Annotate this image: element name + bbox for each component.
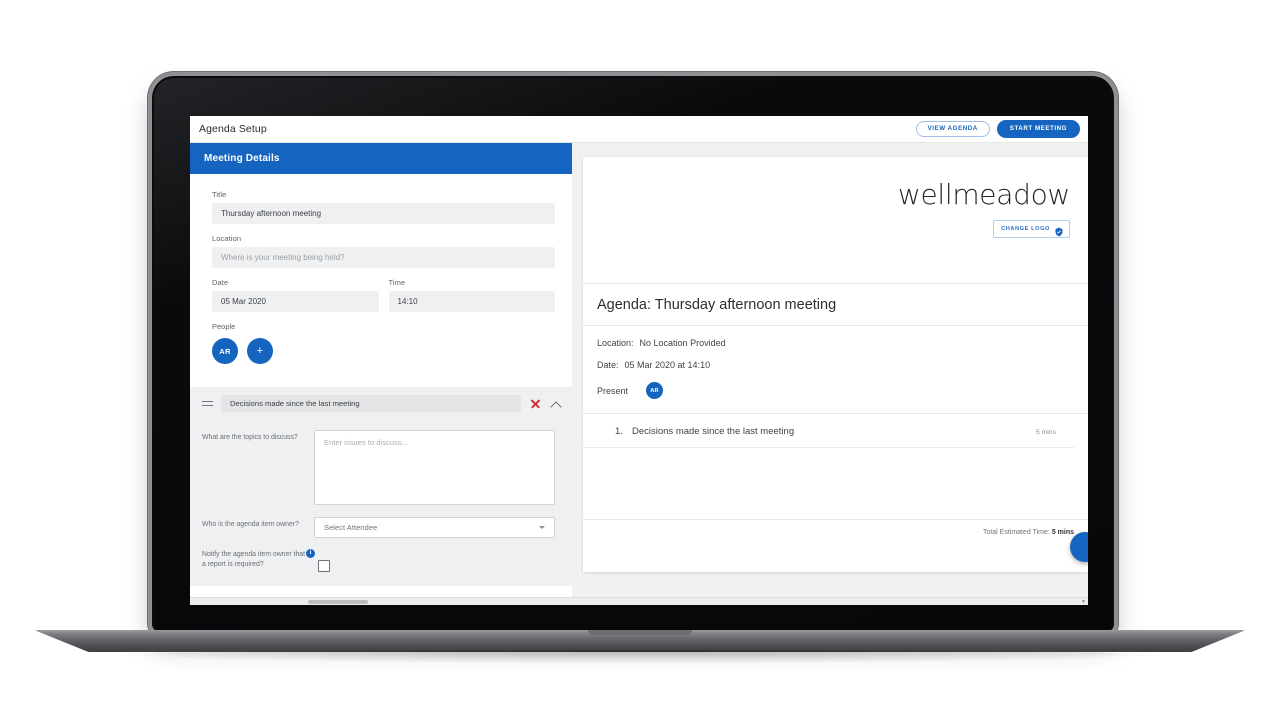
add-person-button[interactable]: + bbox=[247, 338, 273, 364]
notify-checkbox[interactable] bbox=[318, 560, 330, 572]
meeting-details-panel: Meeting Details Title Thursday afternoon… bbox=[190, 143, 572, 605]
horizontal-scrollbar[interactable]: ▼ bbox=[190, 597, 1088, 605]
horizontal-scrollbar-thumb[interactable] bbox=[308, 600, 368, 604]
change-logo-label: CHANGE LOGO bbox=[1001, 226, 1050, 232]
avatar-attendee[interactable]: AR bbox=[212, 338, 238, 364]
page-title: Agenda Setup bbox=[199, 123, 267, 135]
time-label: Time bbox=[388, 278, 406, 287]
brand-zone: wellmeadow CHANGE LOGO bbox=[583, 157, 1088, 284]
app-top-bar: Agenda Setup VIEW AGENDA START MEETING bbox=[190, 116, 1088, 143]
notify-row: Notify the agenda item owner that a repo… bbox=[202, 549, 555, 572]
agenda-item-number: 1. bbox=[615, 426, 623, 437]
topics-label: What are the topics to discuss? bbox=[202, 434, 298, 441]
time-input[interactable]: 14:10 bbox=[388, 291, 555, 312]
delete-icon[interactable] bbox=[529, 397, 542, 410]
topics-row: What are the topics to discuss? Enter is… bbox=[202, 430, 555, 505]
change-logo-button[interactable]: CHANGE LOGO bbox=[993, 220, 1070, 238]
meeting-details-form: Title Thursday afternoon meeting Locatio… bbox=[190, 174, 572, 374]
agenda-item-form: What are the topics to discuss? Enter is… bbox=[190, 420, 572, 580]
drag-handle-icon[interactable] bbox=[202, 400, 213, 408]
owner-select[interactable]: Select Attendee bbox=[314, 517, 555, 538]
owner-label: Who is the agenda item owner? bbox=[202, 521, 299, 528]
location-label: Location bbox=[212, 234, 242, 243]
agenda-meta-block: Location: No Location Provided Date: 05 … bbox=[583, 326, 1088, 413]
chevron-up-icon[interactable] bbox=[550, 398, 562, 410]
agenda-preview-title: Agenda: Thursday afternoon meeting bbox=[583, 284, 1088, 326]
agenda-preview-panel: wellmeadow CHANGE LOGO Agenda: Thursday … bbox=[572, 143, 1088, 605]
owner-select-value: Select Attendee bbox=[324, 523, 378, 532]
agenda-preview-card: wellmeadow CHANGE LOGO Agenda: Thursday … bbox=[583, 157, 1088, 572]
start-meeting-button[interactable]: START MEETING bbox=[996, 119, 1080, 139]
date-time-row: Date 05 Mar 2020 Time 14:10 bbox=[212, 278, 555, 322]
laptop-shadow bbox=[78, 650, 1202, 664]
laptop-base-notch bbox=[588, 630, 692, 635]
agenda-item-text: Decisions made since the last meeting bbox=[632, 426, 795, 437]
preview-present-key: Present bbox=[597, 385, 629, 396]
scroll-right-arrow-icon[interactable]: ▼ bbox=[1081, 599, 1086, 605]
total-estimated-time-label: Total Estimated Time: bbox=[982, 529, 1050, 536]
date-group: Date 05 Mar 2020 bbox=[212, 278, 379, 322]
notify-label-line1: Notify the agenda item owner that bbox=[202, 551, 306, 558]
add-agenda-item-fab[interactable] bbox=[1070, 532, 1088, 562]
shield-check-icon bbox=[1054, 224, 1064, 237]
time-group: Time 14:10 bbox=[388, 278, 555, 322]
people-label: People bbox=[212, 322, 236, 331]
info-icon[interactable]: i bbox=[306, 549, 315, 558]
agenda-item-title-input[interactable]: Decisions made since the last meeting bbox=[221, 395, 521, 412]
preview-present-line: Present AR bbox=[597, 382, 1088, 399]
preview-date-key: Date: bbox=[597, 360, 619, 370]
brand-logo: wellmeadow bbox=[897, 178, 1070, 211]
agenda-item-header: Decisions made since the last meeting bbox=[190, 387, 572, 420]
agenda-items-list: 1. Decisions made since the last meeting… bbox=[583, 413, 1088, 448]
screenshot-stage: Agenda Setup VIEW AGENDA START MEETING M… bbox=[0, 0, 1280, 720]
workspace: Meeting Details Title Thursday afternoon… bbox=[190, 143, 1088, 605]
preview-avatar[interactable]: AR bbox=[646, 382, 664, 399]
preview-date-value: 05 Mar 2020 at 14:10 bbox=[624, 360, 711, 370]
notify-label-line2: a report is required? bbox=[202, 561, 264, 568]
agenda-item-editor: Decisions made since the last meeting Wh… bbox=[190, 387, 572, 586]
preview-location-value: No Location Provided bbox=[639, 338, 726, 348]
agenda-list-item: 1. Decisions made since the last meeting… bbox=[583, 426, 1074, 448]
owner-row: Who is the agenda item owner? Select Att… bbox=[202, 517, 555, 538]
notify-label: Notify the agenda item owner that a repo… bbox=[202, 549, 315, 570]
total-estimated-time-value: 5 mins bbox=[1051, 529, 1074, 536]
preview-location-key: Location: bbox=[597, 338, 634, 348]
section-header-meeting-details: Meeting Details bbox=[190, 143, 572, 174]
view-agenda-button[interactable]: VIEW AGENDA bbox=[915, 120, 990, 138]
title-label: Title bbox=[212, 190, 227, 199]
laptop-screen: Agenda Setup VIEW AGENDA START MEETING M… bbox=[190, 116, 1088, 605]
preview-date-line: Date: 05 Mar 2020 at 14:10 bbox=[597, 360, 1088, 370]
total-estimated-time: Total Estimated Time: 5 mins bbox=[583, 519, 1088, 536]
location-input[interactable]: Where is your meeting being held? bbox=[212, 247, 555, 268]
chevron-down-icon bbox=[539, 526, 545, 529]
topics-textarea[interactable]: Enter issues to discuss... bbox=[314, 430, 555, 505]
agenda-item-duration: 5 mins bbox=[1035, 429, 1056, 436]
people-avatars: AR + bbox=[212, 338, 555, 364]
preview-location-line: Location: No Location Provided bbox=[597, 338, 1088, 348]
title-input[interactable]: Thursday afternoon meeting bbox=[212, 203, 555, 224]
date-input[interactable]: 05 Mar 2020 bbox=[212, 291, 379, 312]
app-bar-actions: VIEW AGENDA START MEETING bbox=[915, 119, 1080, 139]
date-label: Date bbox=[212, 278, 229, 287]
